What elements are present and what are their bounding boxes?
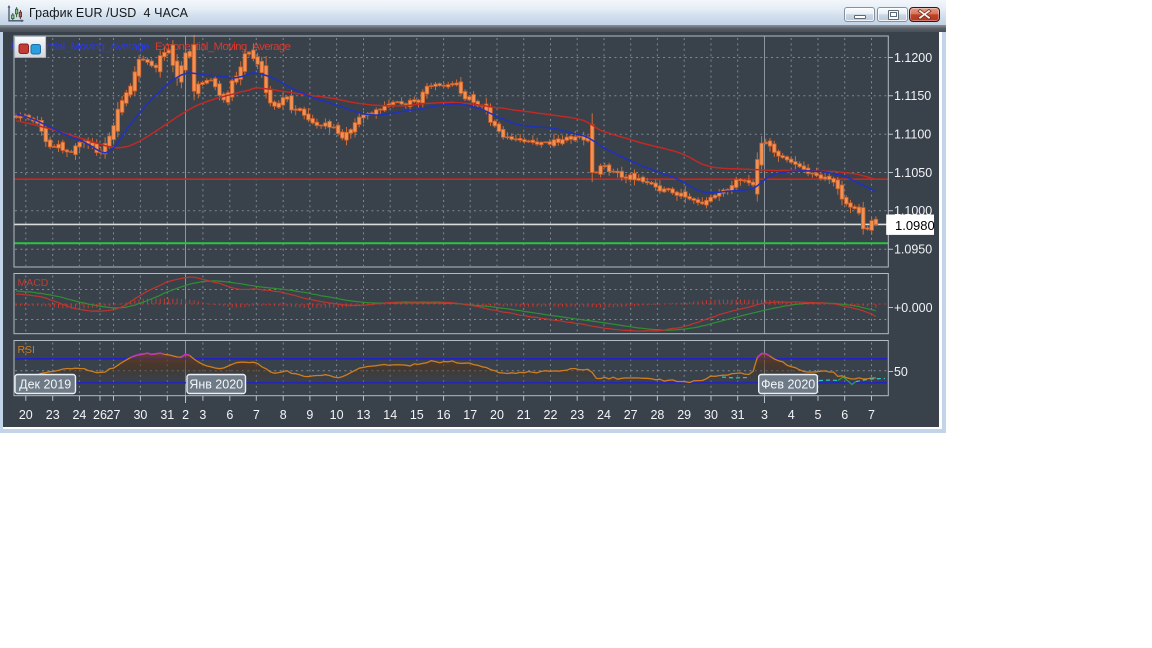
svg-text:4: 4 xyxy=(788,407,795,421)
svg-text:29: 29 xyxy=(677,407,691,421)
svg-text:24: 24 xyxy=(597,407,611,421)
svg-text:3: 3 xyxy=(761,407,768,421)
svg-text:RSI: RSI xyxy=(18,344,35,355)
svg-text:1.0980: 1.0980 xyxy=(895,217,935,232)
svg-text:5: 5 xyxy=(815,407,822,421)
svg-text:Дек 2019: Дек 2019 xyxy=(19,377,71,391)
svg-text:Фев 2020: Фев 2020 xyxy=(761,377,815,391)
svg-text:23: 23 xyxy=(570,407,584,421)
svg-text:1.1200: 1.1200 xyxy=(894,50,932,64)
svg-text:1.0950: 1.0950 xyxy=(894,242,932,256)
svg-text:31: 31 xyxy=(160,407,174,421)
svg-text:30: 30 xyxy=(133,407,147,421)
svg-text:1.1150: 1.1150 xyxy=(894,89,931,103)
svg-text:+0.000: +0.000 xyxy=(894,300,933,314)
svg-text:31: 31 xyxy=(731,407,745,421)
svg-text:14: 14 xyxy=(383,407,397,421)
svg-text:23: 23 xyxy=(46,407,60,421)
svg-text:1.1100: 1.1100 xyxy=(894,127,931,141)
svg-text:7: 7 xyxy=(253,407,260,421)
svg-text:30: 30 xyxy=(704,407,718,421)
svg-text:27: 27 xyxy=(107,407,121,421)
svg-text:9: 9 xyxy=(306,407,313,421)
svg-text:22: 22 xyxy=(544,407,558,421)
svg-text:Янв 2020: Янв 2020 xyxy=(189,377,243,391)
svg-text:21: 21 xyxy=(517,407,531,421)
svg-text:Exponential_Moving_Average: Exponential_Moving_Average xyxy=(155,40,291,52)
svg-text:17: 17 xyxy=(463,407,477,421)
svg-text:1.1050: 1.1050 xyxy=(894,165,932,179)
svg-text:20: 20 xyxy=(490,407,504,421)
svg-text:10: 10 xyxy=(330,407,344,421)
svg-text:2: 2 xyxy=(182,407,189,421)
svg-text:20: 20 xyxy=(19,407,33,421)
svg-text:26: 26 xyxy=(93,407,107,421)
svg-text:13: 13 xyxy=(357,407,371,421)
svg-text:28: 28 xyxy=(650,407,664,421)
svg-text:27: 27 xyxy=(624,407,638,421)
svg-text:16: 16 xyxy=(437,407,451,421)
svg-text:50: 50 xyxy=(894,364,908,378)
svg-text:6: 6 xyxy=(841,407,848,421)
svg-text:8: 8 xyxy=(280,407,287,421)
svg-text:15: 15 xyxy=(410,407,424,421)
svg-text:3: 3 xyxy=(199,407,206,421)
svg-text:6: 6 xyxy=(226,407,233,421)
svg-text:7: 7 xyxy=(868,407,875,421)
svg-text:24: 24 xyxy=(72,407,86,421)
svg-text:MACD: MACD xyxy=(18,277,49,288)
